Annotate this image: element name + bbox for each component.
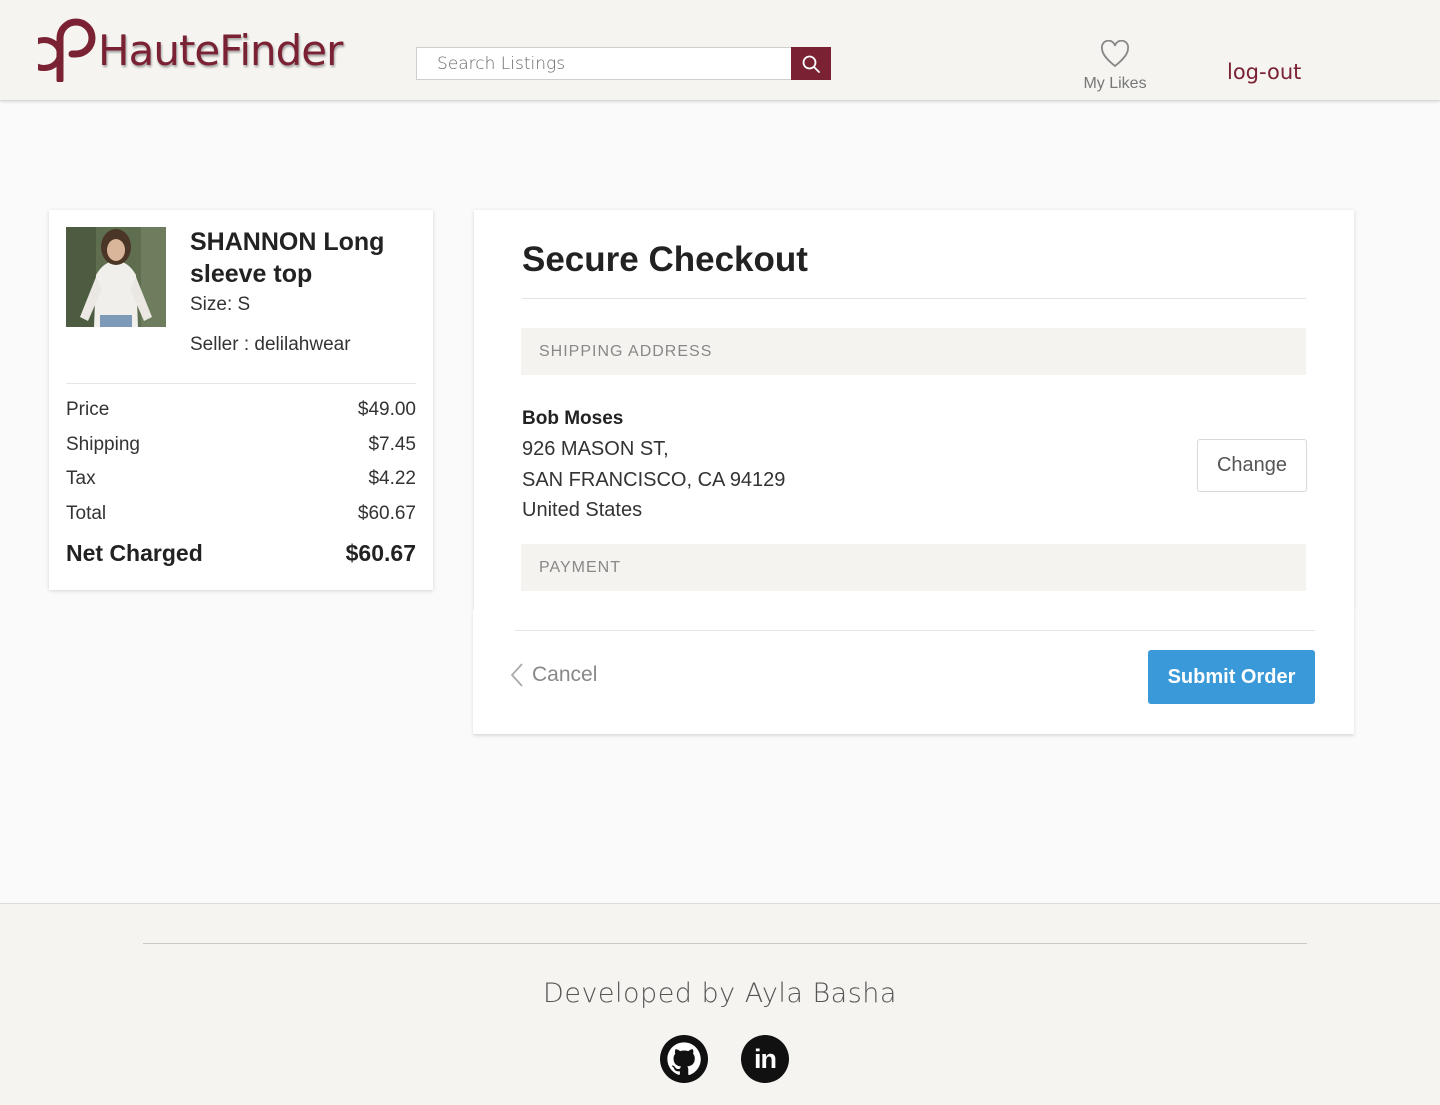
item-seller: Seller : delilahwear (190, 334, 351, 355)
order-summary-card: SHANNON Long sleeve top Size: S Seller :… (49, 210, 433, 590)
cost-row-tax: Tax $4.22 (66, 467, 416, 502)
shipping-address-header: SHIPPING ADDRESS (521, 328, 1306, 375)
divider (522, 298, 1306, 299)
address-name: Bob Moses (522, 408, 624, 429)
cancel-button[interactable]: Cancel (510, 662, 597, 688)
divider (66, 383, 416, 384)
change-address-button[interactable]: Change (1197, 439, 1307, 492)
brand-name: HauteFinder (98, 25, 343, 75)
brand-logo[interactable]: HauteFinder (38, 18, 343, 82)
product-thumbnail[interactable] (66, 227, 166, 327)
heart-icon (1101, 39, 1129, 68)
search-button[interactable] (791, 47, 831, 80)
submit-order-button[interactable]: Submit Order (1148, 650, 1315, 704)
github-link[interactable] (660, 1035, 708, 1083)
my-likes-label: My Likes (1083, 75, 1147, 92)
cost-value: $7.45 (368, 433, 416, 455)
chevron-left-icon (510, 663, 523, 687)
site-footer: Developed by Ayla Basha in (0, 903, 1440, 1105)
search-input[interactable] (416, 47, 791, 80)
cost-value: $4.22 (368, 468, 416, 489)
logout-link[interactable]: log-out (1227, 60, 1301, 84)
my-likes-link[interactable]: My Likes (1078, 39, 1152, 93)
site-header: HauteFinder My Likes log-out (0, 0, 1440, 101)
cost-label: Total (66, 502, 107, 524)
logo-mark-icon (38, 18, 96, 82)
linkedin-icon: in (754, 1043, 777, 1074)
cost-label: Price (66, 399, 110, 420)
cost-label: Tax (66, 468, 96, 489)
net-charged-label: Net Charged (66, 540, 203, 566)
cost-row-shipping: Shipping $7.45 (66, 433, 416, 468)
footer-divider (143, 943, 1307, 944)
github-icon (667, 1042, 701, 1076)
net-charged-row: Net Charged $60.67 (66, 540, 416, 567)
cancel-label: Cancel (532, 663, 598, 686)
search-bar (416, 47, 831, 80)
cost-row-total: Total $60.67 (66, 502, 416, 537)
checkout-actions: Cancel Submit Order (473, 610, 1354, 734)
cost-breakdown: Price $49.00 Shipping $7.45 Tax $4.22 To… (66, 398, 416, 567)
divider (515, 630, 1315, 631)
cost-value: $60.67 (357, 502, 416, 524)
item-size: Size: S (190, 294, 251, 315)
product-photo (66, 227, 166, 327)
address-line-2: SAN FRANCISCO, CA 94129 (522, 469, 786, 491)
address-line-1: 926 MASON ST, (522, 438, 669, 460)
search-icon (802, 55, 820, 73)
address-country: United States (522, 499, 643, 521)
developer-credit: Developed by Ayla Basha (543, 978, 897, 1009)
linkedin-link[interactable]: in (741, 1035, 789, 1083)
item-title[interactable]: SHANNON Long sleeve top (190, 226, 420, 290)
payment-header: PAYMENT (521, 544, 1306, 591)
cost-row-price: Price $49.00 (66, 398, 416, 433)
cost-label: Shipping (66, 433, 140, 455)
checkout-title: Secure Checkout (522, 240, 808, 279)
checkout-card: Secure Checkout SHIPPING ADDRESS Bob Mos… (474, 210, 1354, 610)
cost-value: $49.00 (357, 399, 416, 420)
net-charged-value: $60.67 (345, 540, 416, 566)
